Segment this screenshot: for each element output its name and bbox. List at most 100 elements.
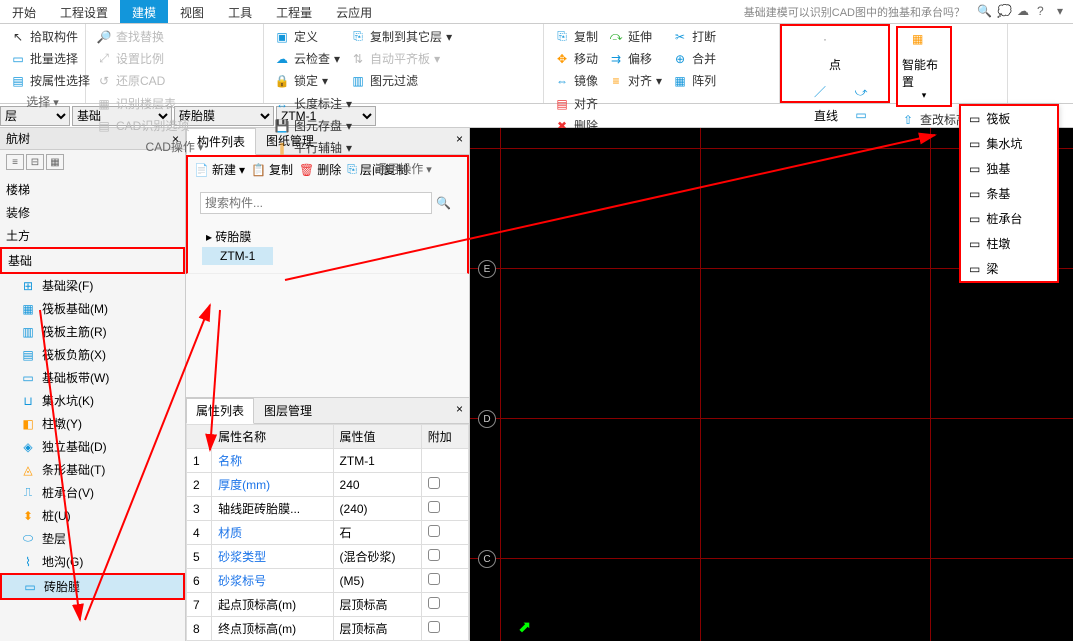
property-row[interactable]: 4 材质 石 — [187, 521, 469, 545]
prop-value[interactable]: 240 — [333, 473, 421, 497]
property-row[interactable]: 7 起点顶标高(m) 层顶标高 — [187, 593, 469, 617]
chat-icon[interactable]: 💭 — [997, 4, 1013, 20]
prop-value[interactable]: (混合砂浆) — [333, 545, 421, 569]
element-filter[interactable]: ▥图元过滤 — [346, 70, 456, 91]
grid-view-icon[interactable]: ▦ — [46, 154, 64, 170]
dropdown-beam[interactable]: ▭梁 — [961, 256, 1057, 281]
component-group[interactable]: ▸ 砖胎膜 — [202, 226, 453, 247]
dropdown-pile-cap[interactable]: ▭桩承台 — [961, 206, 1057, 231]
nav-earthwork[interactable]: 土方 — [0, 224, 185, 247]
nav-item-地沟[interactable]: ⌇地沟(G) — [0, 550, 185, 573]
tab-tools[interactable]: 工具 — [216, 0, 264, 23]
dropdown-strip[interactable]: ▭条基 — [961, 181, 1057, 206]
nav-item-独立基础[interactable]: ◈独立基础(D) — [0, 435, 185, 458]
cad-identify-options[interactable]: ▤CAD识别选项 — [92, 115, 193, 136]
tab-view[interactable]: 视图 — [168, 0, 216, 23]
copy[interactable]: ⎘复制 — [550, 26, 602, 47]
nav-item-基础板带[interactable]: ▭基础板带(W) — [0, 366, 185, 389]
tab-property-list[interactable]: 属性列表 — [186, 398, 254, 424]
help-icon[interactable]: ? — [1037, 4, 1053, 20]
prop-value[interactable]: ZTM-1 — [333, 449, 421, 473]
prop-extra[interactable] — [421, 545, 468, 569]
prop-extra[interactable] — [421, 569, 468, 593]
select-by-prop[interactable]: ▤按属性选择 — [6, 70, 94, 91]
list-view-icon[interactable]: ≡ — [6, 154, 24, 170]
nav-item-条形基础[interactable]: ◬条形基础(T) — [0, 458, 185, 481]
nav-item-砖胎膜[interactable]: ▭砖胎膜 — [0, 573, 185, 600]
length-dimension[interactable]: ↔长度标注 ▾ — [270, 93, 356, 114]
tab-modeling[interactable]: 建模 — [120, 0, 168, 23]
nav-item-桩[interactable]: ⬍桩(U) — [0, 504, 185, 527]
draw-arc-icon[interactable]: ⤻ — [853, 85, 869, 101]
nav-item-垫层[interactable]: ⬭垫层 — [0, 527, 185, 550]
merge[interactable]: ⊕合并 — [668, 48, 720, 69]
tab-cloud[interactable]: 云应用 — [324, 0, 384, 23]
pick-component[interactable]: ↖拾取构件 — [6, 26, 94, 47]
component-item-ztm1[interactable]: ZTM-1 — [202, 247, 273, 265]
tab-start[interactable]: 开始 — [0, 0, 48, 23]
property-row[interactable]: 1 名称 ZTM-1 — [187, 449, 469, 473]
nav-item-筏板负筋[interactable]: ▤筏板负筋(X) — [0, 343, 185, 366]
prop-value[interactable]: 层顶标高 — [333, 617, 421, 641]
prop-extra[interactable] — [421, 449, 468, 473]
tab-layer-manage[interactable]: 图层管理 — [254, 398, 322, 423]
batch-select[interactable]: ▭批量选择 — [6, 48, 94, 69]
property-row[interactable]: 3 轴线距砖胎膜... (240) — [187, 497, 469, 521]
tab-quantity[interactable]: 工程量 — [264, 0, 324, 23]
prop-extra[interactable] — [421, 497, 468, 521]
prop-value[interactable]: 层顶标高 — [333, 593, 421, 617]
copy-to-other-layer[interactable]: ⎘复制到其它层 ▾ — [346, 26, 456, 47]
align[interactable]: ≡对齐 ▾ — [604, 70, 666, 91]
draw-point[interactable]: ·点 — [810, 28, 860, 77]
offset[interactable]: ⇉偏移 — [604, 48, 666, 69]
prop-value[interactable]: (M5) — [333, 569, 421, 593]
restore-cad[interactable]: ↺还原CAD — [92, 70, 169, 91]
find-replace[interactable]: 🔎查找替换 — [92, 26, 169, 47]
nav-stairs[interactable]: 楼梯 — [0, 178, 185, 201]
prop-value[interactable]: (240) — [333, 497, 421, 521]
draw-rect-icon[interactable]: ▭ — [853, 107, 869, 123]
lock[interactable]: 🔒锁定 ▾ — [270, 70, 344, 91]
smart-layout-button[interactable]: ▦ 智能布置 ▾ — [896, 26, 952, 107]
search-icon[interactable]: 🔍 — [977, 4, 993, 20]
parallel-aux-axis[interactable]: ∥平行辅轴 ▾ — [270, 137, 356, 158]
property-row[interactable]: 6 砂浆标号 (M5) — [187, 569, 469, 593]
prop-extra[interactable] — [421, 521, 468, 545]
element-save[interactable]: 💾图元存盘 ▾ — [270, 115, 356, 136]
align-elements[interactable]: ▤对齐 — [550, 93, 602, 114]
nav-item-基础梁[interactable]: ⊞基础梁(F) — [0, 274, 185, 297]
nav-item-筏板基础[interactable]: ▦筏板基础(M) — [0, 297, 185, 320]
prop-value[interactable]: 石 — [333, 521, 421, 545]
nav-decoration[interactable]: 装修 — [0, 201, 185, 224]
dropdown-raft[interactable]: ▭筏板 — [961, 106, 1057, 131]
property-row[interactable]: 5 砂浆类型 (混合砂浆) — [187, 545, 469, 569]
tab-project-settings[interactable]: 工程设置 — [48, 0, 120, 23]
nav-item-集水坑[interactable]: ⊔集水坑(K) — [0, 389, 185, 412]
property-row[interactable]: 2 厚度(mm) 240 — [187, 473, 469, 497]
array[interactable]: ▦阵列 — [668, 70, 720, 91]
nav-item-柱墩[interactable]: ◧柱墩(Y) — [0, 412, 185, 435]
mirror[interactable]: ⇔镜像 — [550, 70, 602, 91]
prop-close-icon[interactable]: × — [450, 398, 469, 423]
define[interactable]: ▣定义 — [270, 26, 344, 47]
prop-extra[interactable] — [421, 617, 468, 641]
draw-line[interactable]: ／直线 — [801, 79, 851, 128]
extend[interactable]: ⤼延伸 — [604, 26, 666, 47]
dropdown-pier[interactable]: ▭柱墩 — [961, 231, 1057, 256]
new-component-button[interactable]: 📄新建 ▾ — [194, 161, 245, 178]
component-search-input[interactable] — [200, 192, 432, 214]
auto-align-slab[interactable]: ⇅自动平齐板 ▾ — [346, 48, 456, 69]
nav-foundation[interactable]: 基础 — [0, 247, 185, 274]
prop-extra[interactable] — [421, 593, 468, 617]
set-scale[interactable]: ⤢设置比例 — [92, 48, 169, 69]
nav-item-桩承台[interactable]: ⎍桩承台(V) — [0, 481, 185, 504]
dropdown-sump[interactable]: ▭集水坑 — [961, 131, 1057, 156]
move[interactable]: ✥移动 — [550, 48, 602, 69]
nav-item-筏板主筋[interactable]: ▥筏板主筋(R) — [0, 320, 185, 343]
property-row[interactable]: 8 终点顶标高(m) 层顶标高 — [187, 617, 469, 641]
prop-extra[interactable] — [421, 473, 468, 497]
chevron-down-icon[interactable]: ▾ — [1057, 4, 1073, 20]
tree-view-icon[interactable]: ⊟ — [26, 154, 44, 170]
cloud-check[interactable]: ☁云检查 ▾ — [270, 48, 344, 69]
search-icon[interactable]: 🔍 — [432, 192, 455, 214]
